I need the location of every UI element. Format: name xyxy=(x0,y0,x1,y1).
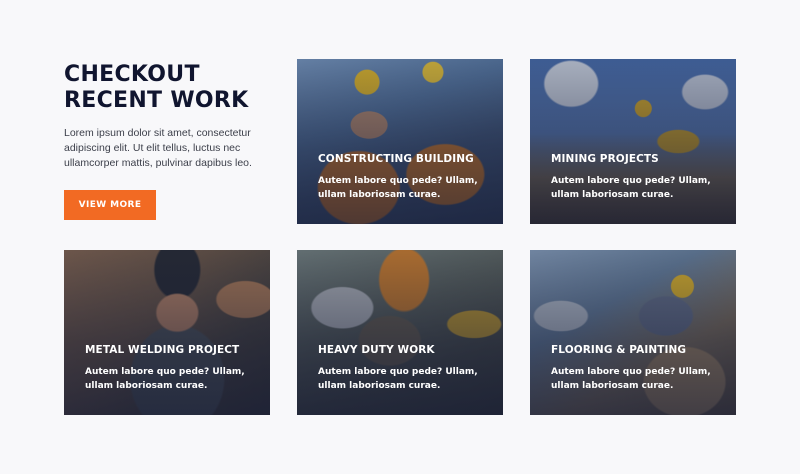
project-title: MINING PROJECTS xyxy=(551,153,659,165)
project-title: FLOORING & PAINTING xyxy=(551,344,687,356)
project-card-mining-projects[interactable]: MINING PROJECTS Autem labore quo pede? U… xyxy=(530,59,736,224)
project-card-content: CONSTRUCTING BUILDING Autem labore quo p… xyxy=(318,153,489,202)
project-card-content: HEAVY DUTY WORK Autem labore quo pede? U… xyxy=(318,344,489,393)
project-card-flooring-painting[interactable]: FLOORING & PAINTING Autem labore quo ped… xyxy=(530,250,736,415)
project-description: Autem labore quo pede? Ullam, ullam labo… xyxy=(551,367,711,391)
project-description: Autem labore quo pede? Ullam, ullam labo… xyxy=(85,367,245,391)
recent-work-section: CHECKOUT RECENT WORK Lorem ipsum dolor s… xyxy=(0,0,800,474)
section-title-line-2: RECENT WORK xyxy=(64,88,249,113)
project-card-metal-welding[interactable]: METAL WELDING PROJECT Autem labore quo p… xyxy=(64,250,270,415)
section-title: CHECKOUT RECENT WORK xyxy=(64,62,274,114)
project-description: Autem labore quo pede? Ullam, ullam labo… xyxy=(318,367,478,391)
view-more-button[interactable]: VIEW MORE xyxy=(64,190,156,220)
project-description: Autem labore quo pede? Ullam, ullam labo… xyxy=(318,176,478,200)
project-title: METAL WELDING PROJECT xyxy=(85,344,240,356)
project-title: CONSTRUCTING BUILDING xyxy=(318,153,474,165)
project-card-constructing-building[interactable]: CONSTRUCTING BUILDING Autem labore quo p… xyxy=(297,59,503,224)
project-card-content: METAL WELDING PROJECT Autem labore quo p… xyxy=(85,344,256,393)
project-card-content: FLOORING & PAINTING Autem labore quo ped… xyxy=(551,344,722,393)
section-description: Lorem ipsum dolor sit amet, consectetur … xyxy=(64,127,252,169)
intro-block: CHECKOUT RECENT WORK Lorem ipsum dolor s… xyxy=(64,62,274,171)
project-description: Autem labore quo pede? Ullam, ullam labo… xyxy=(551,176,711,200)
project-card-content: MINING PROJECTS Autem labore quo pede? U… xyxy=(551,153,722,202)
project-card-heavy-duty-work[interactable]: HEAVY DUTY WORK Autem labore quo pede? U… xyxy=(297,250,503,415)
section-title-line-1: CHECKOUT xyxy=(64,62,200,87)
project-title: HEAVY DUTY WORK xyxy=(318,344,435,356)
